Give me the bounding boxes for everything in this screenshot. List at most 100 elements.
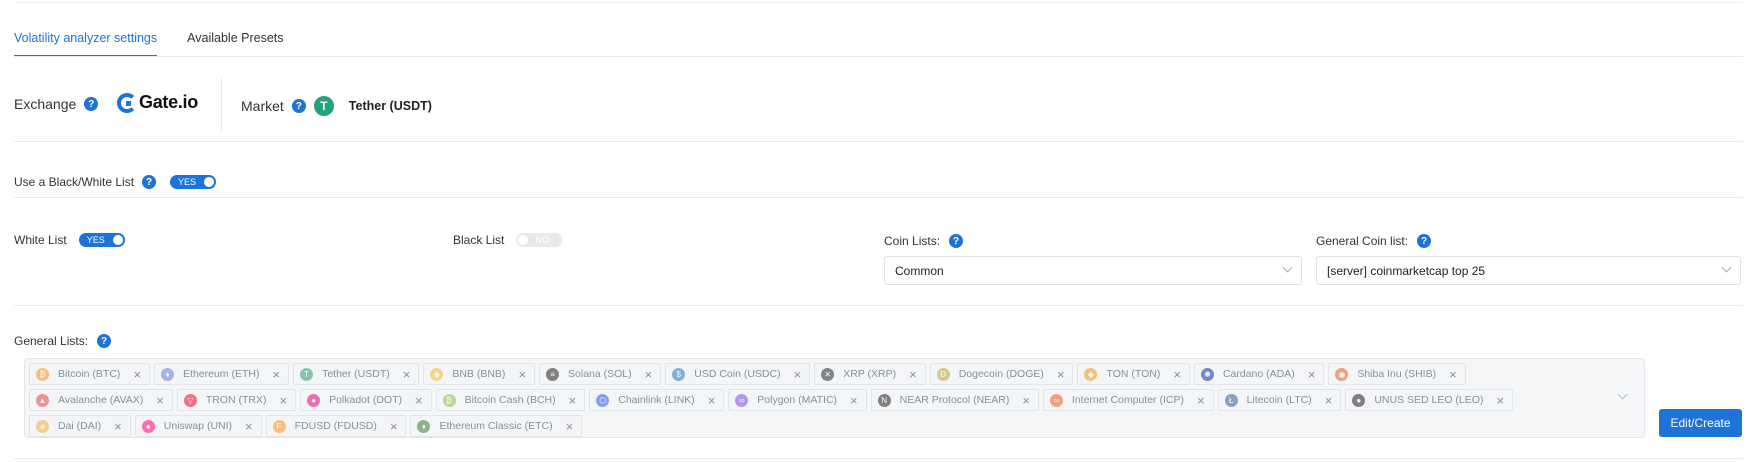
remove-chip-icon[interactable]: × <box>518 368 526 381</box>
general-coin-list-help-icon[interactable]: ? <box>1417 234 1432 248</box>
coin-chip-label: Internet Computer (ICP) <box>1071 394 1184 406</box>
general-coin-list-label: General Coin list: <box>1316 234 1409 248</box>
white-list-toggle[interactable]: YES <box>78 233 125 247</box>
coin-icon: T <box>300 367 314 381</box>
coin-chip: ♦ Ethereum Classic (ETC) × <box>410 415 583 437</box>
coin-lists-help-icon[interactable]: ? <box>949 234 964 248</box>
coin-chip: ∞ Internet Computer (ICP) × <box>1042 389 1214 411</box>
coin-chip-label: Litecoin (LTC) <box>1246 394 1312 406</box>
remove-chip-icon[interactable]: × <box>390 420 398 433</box>
remove-chip-icon[interactable]: × <box>1308 368 1316 381</box>
coin-chip-label: Avalanche (AVAX) <box>58 394 144 406</box>
coin-icon: D <box>936 367 950 381</box>
toggle-knob <box>518 235 529 245</box>
gateio-mark-icon <box>117 92 137 113</box>
remove-chip-icon[interactable]: × <box>850 394 858 407</box>
chevron-down-icon <box>1721 262 1732 273</box>
remove-chip-icon[interactable]: × <box>133 368 141 381</box>
general-lists-label: General Lists: <box>14 334 89 348</box>
section-divider <box>14 305 1743 306</box>
chevron-down-icon <box>1282 262 1293 273</box>
market-label: Market <box>241 98 284 114</box>
coin-chip: ▲ Avalanche (AVAX) × <box>29 389 173 411</box>
coin-icon: ✺ <box>1200 367 1214 381</box>
remove-chip-icon[interactable]: × <box>156 394 164 407</box>
coin-chip: D Dogecoin (DOGE) × <box>929 363 1074 385</box>
remove-chip-icon[interactable]: × <box>909 368 917 381</box>
gateio-logo[interactable]: Gate.io <box>117 92 198 113</box>
general-lists-multiselect[interactable]: ₿ Bitcoin (BTC) × ♦ Ethereum (ETH) × T Tether (… <box>24 358 1645 438</box>
remove-chip-icon[interactable]: × <box>415 394 423 407</box>
edit-create-button[interactable]: Edit/Create <box>1659 409 1742 437</box>
general-lists-field: General Lists: ? <box>14 334 112 348</box>
remove-chip-icon[interactable]: × <box>794 368 802 381</box>
coin-icon: ♦ <box>417 419 431 433</box>
coin-chip-label: Cardano (ADA) <box>1222 368 1295 380</box>
remove-chip-icon[interactable]: × <box>272 368 280 381</box>
white-list-field: White List YES <box>14 233 125 247</box>
bw-list-toggle-text: YES <box>178 177 197 187</box>
general-coin-list-select[interactable]: [server] coinmarketcap top 25 <box>1316 256 1741 285</box>
remove-chip-icon[interactable]: × <box>645 368 653 381</box>
coin-chip: ≡ Solana (SOL) × <box>539 363 662 385</box>
remove-chip-icon[interactable]: × <box>245 420 253 433</box>
coin-icon: ◉ <box>1335 367 1349 381</box>
coin-chip: ♠ Uniswap (UNI) × <box>134 415 262 437</box>
coin-chip-label: FDUSD (FDUSD) <box>294 420 377 432</box>
coin-chip-label: Shiba Inu (SHIB) <box>1357 368 1437 380</box>
coin-chip-label: Uniswap (UNI) <box>163 420 233 432</box>
coin-chip: ◈ Dai (DAI) × <box>29 415 131 437</box>
coin-chip-label: Ethereum Classic (ETC) <box>439 420 553 432</box>
coin-icon: N <box>877 393 891 407</box>
bottom-divider <box>14 458 1743 459</box>
top-divider <box>14 2 1743 3</box>
general-lists-help-icon[interactable]: ? <box>97 334 112 348</box>
chip-list: ₿ Bitcoin (BTC) × ♦ Ethereum (ETH) × T Tether (… <box>29 361 1589 439</box>
tether-icon: T <box>313 96 334 116</box>
remove-chip-icon[interactable]: × <box>403 368 411 381</box>
coin-lists-select[interactable]: Common <box>884 256 1302 285</box>
remove-chip-icon[interactable]: × <box>1022 394 1030 407</box>
remove-chip-icon[interactable]: × <box>569 394 577 407</box>
coin-chip-label: XRP (XRP) <box>843 368 897 380</box>
black-list-field: Black List NO <box>453 233 563 247</box>
coin-icon: ◈ <box>36 419 49 433</box>
coin-icon: ◆ <box>430 367 444 381</box>
market-help-icon[interactable]: ? <box>291 99 306 113</box>
chevron-down-icon[interactable] <box>1617 389 1628 400</box>
coin-chip: ⬡ Chainlink (LINK) × <box>589 389 725 411</box>
exchange-help-icon[interactable]: ? <box>84 97 99 111</box>
tab-available-presets[interactable]: Available Presets <box>187 31 283 57</box>
bw-list-label: Use a Black/White List <box>14 175 135 189</box>
remove-chip-icon[interactable]: × <box>1325 394 1333 407</box>
tab-volatility-settings[interactable]: Volatility analyzer settings <box>14 31 158 57</box>
remove-chip-icon[interactable]: × <box>279 394 287 407</box>
coin-chip: ◉ Shiba Inu (SHIB) × <box>1328 363 1466 385</box>
remove-chip-icon[interactable]: × <box>1057 368 1065 381</box>
market-value[interactable]: Tether (USDT) <box>349 99 432 113</box>
coin-chip-label: TON (TON) <box>1106 368 1161 380</box>
coin-icon: ● <box>307 393 321 407</box>
remove-chip-icon[interactable]: × <box>1496 394 1504 407</box>
coin-chip-label: Solana (SOL) <box>568 368 632 380</box>
coin-icon: ● <box>1352 393 1366 407</box>
bw-list-toggle[interactable]: YES <box>170 175 217 189</box>
toggle-knob <box>112 235 123 245</box>
bw-list-help-icon[interactable]: ? <box>142 175 157 189</box>
coin-icon: ▲ <box>36 393 49 407</box>
remove-chip-icon[interactable]: × <box>1197 394 1205 407</box>
remove-chip-icon[interactable]: × <box>708 394 716 407</box>
remove-chip-icon[interactable]: × <box>114 420 122 433</box>
coin-chip-label: USD Coin (USDC) <box>694 368 781 380</box>
market-field: Market ? T Tether (USDT) <box>241 96 432 116</box>
remove-chip-icon[interactable]: × <box>566 420 574 433</box>
coin-chip: ✕ XRP (XRP) × <box>814 363 926 385</box>
black-list-toggle[interactable]: NO <box>516 233 563 247</box>
coin-chip: ∞ Polygon (MATIC) × <box>728 389 867 411</box>
coin-chip: ✺ Cardano (ADA) × <box>1193 363 1325 385</box>
coin-chip-label: Dai (DAI) <box>58 420 102 432</box>
remove-chip-icon[interactable]: × <box>1173 368 1181 381</box>
remove-chip-icon[interactable]: × <box>1449 368 1457 381</box>
coin-chip-label: Chainlink (LINK) <box>618 394 695 406</box>
coin-icon: ∞ <box>735 393 749 407</box>
